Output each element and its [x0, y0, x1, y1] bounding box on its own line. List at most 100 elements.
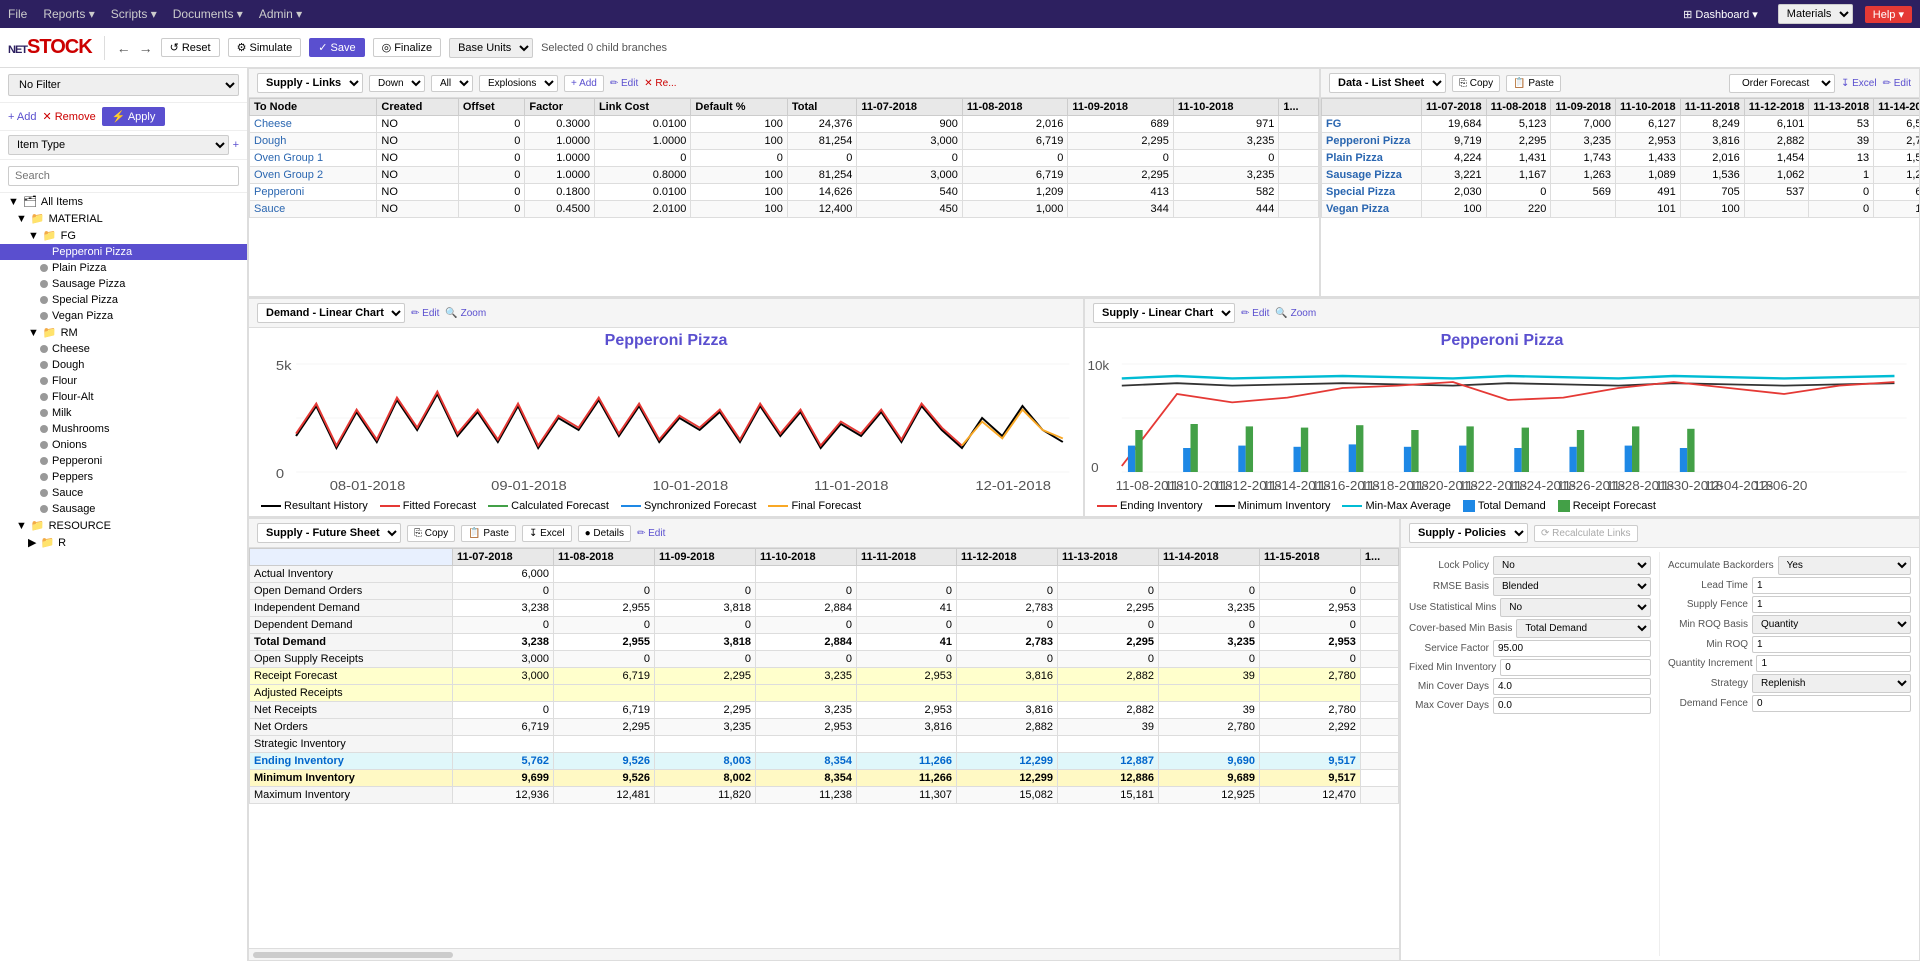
tree-sausage-pizza[interactable]: Sausage Pizza [0, 276, 247, 292]
supply-fence-input[interactable] [1752, 596, 1911, 613]
data-list-row[interactable]: FG 19,684 5,123 7,000 6,127 8,249 6,101 … [1322, 116, 1920, 133]
demand-chart-select[interactable]: Demand - Linear Chart [257, 303, 405, 323]
max-cover-input[interactable] [1493, 697, 1651, 714]
data-list-order-select[interactable]: Order Forecast [1729, 74, 1835, 93]
tree-sausage[interactable]: Sausage [0, 501, 247, 517]
supply-links-title-select[interactable]: Supply - Links [257, 73, 363, 93]
supply-chart-select[interactable]: Supply - Linear Chart [1093, 303, 1235, 323]
qty-increment-input[interactable] [1756, 655, 1911, 672]
service-factor-input[interactable] [1493, 640, 1651, 657]
supply-links-remove-button[interactable]: ✕ Re... [644, 78, 676, 89]
min-cover-input[interactable] [1493, 678, 1651, 695]
data-list-row[interactable]: Special Pizza 2,030 0 569 491 705 537 0 … [1322, 184, 1920, 201]
tree-resource[interactable]: ▼ 📁 RESOURCE [0, 517, 247, 534]
supply-links-row[interactable]: Oven Group 1 NO 0 1.0000 0 0 0 0 0 0 0 [250, 150, 1319, 167]
min-roq-input[interactable] [1752, 636, 1911, 653]
supply-links-row[interactable]: Cheese NO 0 0.3000 0.0100 100 24,376 900… [250, 116, 1319, 133]
add-filter-button[interactable]: + Add [8, 111, 36, 123]
supply-links-edit-button[interactable]: ✏ Edit [610, 78, 638, 89]
data-list-excel-button[interactable]: ↧ Excel [1841, 78, 1877, 89]
accum-backorders-select[interactable]: YesNo [1778, 556, 1911, 575]
tree-cheese[interactable]: Cheese [0, 341, 247, 357]
supply-chart-edit-button[interactable]: ✏ Edit [1241, 308, 1269, 319]
supply-links-explosions-select[interactable]: Explosions [479, 75, 558, 92]
tree-vegan-pizza[interactable]: Vegan Pizza [0, 308, 247, 324]
data-list-edit-button[interactable]: ✏ Edit [1883, 78, 1911, 89]
supply-future-details-button[interactable]: ● Details [578, 525, 631, 542]
tree-dough[interactable]: Dough [0, 357, 247, 373]
apply-filter-button[interactable]: ⚡ Apply [102, 107, 166, 126]
supply-future-row[interactable]: Strategic Inventory [250, 736, 1399, 753]
tree-plain-pizza[interactable]: Plain Pizza [0, 260, 247, 276]
supply-links-all-select[interactable]: All [431, 75, 473, 92]
lock-policy-select[interactable]: NoYes [1493, 556, 1651, 575]
supply-links-table-wrapper[interactable]: To Node Created Offset Factor Link Cost … [249, 98, 1319, 296]
reset-button[interactable]: ↺ Reset [161, 38, 220, 57]
cover-based-select[interactable]: Total DemandIndependent Demand [1516, 619, 1651, 638]
supply-future-row[interactable]: Dependent Demand000000000 [250, 617, 1399, 634]
supply-future-table-wrapper[interactable]: 11-07-2018 11-08-2018 11-09-2018 11-10-2… [249, 548, 1399, 948]
data-list-title-select[interactable]: Data - List Sheet [1329, 73, 1446, 93]
nav-admin[interactable]: Admin ▾ [259, 7, 302, 21]
supply-links-row[interactable]: Pepperoni NO 0 0.1800 0.0100 100 14,626 … [250, 184, 1319, 201]
nav-back-button[interactable]: ← [117, 40, 131, 56]
data-list-paste-button[interactable]: 📋 Paste [1506, 75, 1561, 92]
tree-special-pizza[interactable]: Special Pizza [0, 292, 247, 308]
demand-fence-input[interactable] [1752, 695, 1911, 712]
data-list-row[interactable]: Plain Pizza 4,224 1,431 1,743 1,433 2,01… [1322, 150, 1920, 167]
supply-future-row[interactable]: Receipt Forecast3,0006,7192,2953,2352,95… [250, 668, 1399, 685]
simulate-button[interactable]: ⚙ Simulate [228, 38, 302, 57]
supply-future-row[interactable]: Independent Demand3,2382,9553,8182,88441… [250, 600, 1399, 617]
help-button[interactable]: Help ▾ [1865, 6, 1912, 23]
supply-future-row[interactable]: Adjusted Receipts [250, 685, 1399, 702]
save-button[interactable]: ✓ Save [309, 38, 364, 57]
supply-future-scrollbar[interactable] [249, 948, 1399, 960]
tree-material[interactable]: ▼ 📁 MATERIAL [0, 210, 247, 227]
supply-links-row[interactable]: Sauce NO 0 0.4500 2.0100 100 12,400 450 … [250, 201, 1319, 218]
supply-future-select[interactable]: Supply - Future Sheet [257, 523, 401, 543]
tree-mushrooms[interactable]: Mushrooms [0, 421, 247, 437]
supply-future-row[interactable]: Total Demand3,2382,9553,8182,884412,7832… [250, 634, 1399, 651]
tree-onions[interactable]: Onions [0, 437, 247, 453]
data-list-copy-button[interactable]: ⎘ Copy [1452, 75, 1500, 92]
tree-sauce[interactable]: Sauce [0, 485, 247, 501]
rmse-basis-select[interactable]: BlendedSimple [1493, 577, 1651, 596]
supply-future-row[interactable]: Minimum Inventory9,6999,5268,0028,35411,… [250, 770, 1399, 787]
supply-future-paste-button[interactable]: 📋 Paste [461, 525, 516, 542]
supply-future-copy-button[interactable]: ⎘ Copy [407, 525, 455, 542]
supply-future-excel-button[interactable]: ↧ Excel [522, 525, 572, 542]
supply-links-dir-select[interactable]: Down [369, 75, 425, 92]
supply-chart-zoom-button[interactable]: 🔍 Zoom [1275, 308, 1316, 319]
search-input[interactable] [8, 166, 239, 186]
use-stat-mins-select[interactable]: NoYes [1500, 598, 1651, 617]
tree-pepperoni-pizza[interactable]: Pepperoni Pizza [0, 244, 247, 260]
no-filter-select[interactable]: No Filter [8, 74, 239, 96]
tree-pepperoni[interactable]: Pepperoni [0, 453, 247, 469]
tree-fg[interactable]: ▼ 📁 FG [0, 227, 247, 244]
tree-milk[interactable]: Milk [0, 405, 247, 421]
data-list-row[interactable]: Vegan Pizza 100 220 101 100 0 107 22 [1322, 201, 1920, 218]
nav-documents[interactable]: Documents ▾ [173, 7, 243, 21]
supply-future-row[interactable]: Open Demand Orders000000000 [250, 583, 1399, 600]
materials-select[interactable]: Materials [1778, 4, 1853, 24]
tree-flour-alt[interactable]: Flour-Alt [0, 389, 247, 405]
supply-future-row[interactable]: Maximum Inventory12,93612,48111,82011,23… [250, 787, 1399, 804]
supply-future-row[interactable]: Ending Inventory5,7629,5268,0038,35411,2… [250, 753, 1399, 770]
nav-file[interactable]: File [8, 7, 27, 21]
tree-flour[interactable]: Flour [0, 373, 247, 389]
supply-future-row[interactable]: Actual Inventory6,000 [250, 566, 1399, 583]
min-roq-basis-select[interactable]: QuantityValue [1752, 615, 1911, 634]
finalize-button[interactable]: ◎ Finalize [373, 38, 442, 57]
item-type-select[interactable]: Item Type [8, 135, 229, 155]
nav-reports[interactable]: Reports ▾ [43, 7, 94, 21]
supply-policies-select[interactable]: Supply - Policies [1409, 523, 1528, 543]
data-list-table-wrapper[interactable]: 11-07-2018 11-08-2018 11-09-2018 11-10-2… [1321, 98, 1919, 296]
nav-scripts[interactable]: Scripts ▾ [111, 7, 157, 21]
tree-r[interactable]: ▶ 📁 R [0, 534, 247, 551]
nav-forward-button[interactable]: → [139, 40, 153, 56]
tree-all-items[interactable]: ▼ 🗂 All Items [0, 193, 247, 210]
tree-rm[interactable]: ▼ 📁 RM [0, 324, 247, 341]
add-item-type-button[interactable]: + [233, 139, 239, 151]
data-list-row[interactable]: Sausage Pizza 3,221 1,167 1,263 1,089 1,… [1322, 167, 1920, 184]
base-units-select[interactable]: Base Units [449, 38, 533, 58]
